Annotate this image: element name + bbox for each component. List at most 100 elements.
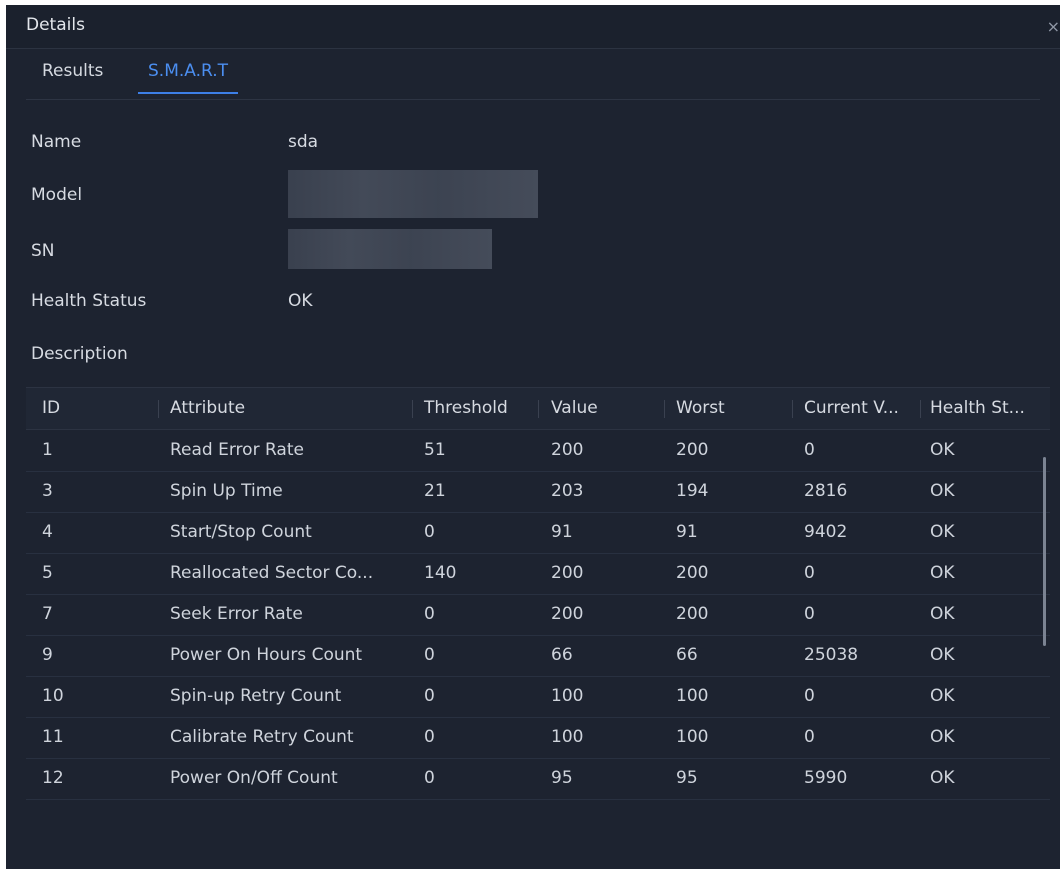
cell-id: 9: [42, 645, 53, 665]
table-row[interactable]: 7 Seek Error Rate 0 200 200 0 OK: [26, 594, 1050, 636]
cell-id: 5: [42, 563, 53, 583]
cell-threshold: 0: [424, 645, 435, 665]
smart-table: ID Attribute Threshold Value Worst Curre…: [26, 387, 1050, 800]
cell-threshold: 0: [424, 522, 435, 542]
table-scrollbar[interactable]: [1043, 457, 1046, 646]
table-row[interactable]: 1 Read Error Rate 51 200 200 0 OK: [26, 430, 1050, 472]
cell-attribute: Reallocated Sector Co...: [170, 563, 374, 583]
cell-value: 91: [551, 522, 573, 542]
cell-health-status: OK: [930, 440, 955, 460]
cell-health-status: OK: [930, 522, 955, 542]
cell-worst: 200: [676, 440, 709, 460]
cell-worst: 95: [676, 768, 698, 788]
cell-health-status: OK: [930, 686, 955, 706]
cell-attribute: Seek Error Rate: [170, 604, 303, 624]
cell-threshold: 51: [424, 440, 446, 460]
cell-threshold: 0: [424, 604, 435, 624]
tab-smart[interactable]: S.M.A.R.T: [138, 61, 238, 94]
column-header-health-status[interactable]: Health St...: [930, 398, 1025, 418]
cell-attribute: Spin-up Retry Count: [170, 686, 342, 706]
cell-worst: 100: [676, 727, 709, 747]
column-header-attribute[interactable]: Attribute: [170, 398, 245, 418]
cell-health-status: OK: [930, 768, 955, 788]
model-label: Model: [31, 185, 83, 205]
table-row[interactable]: 4 Start/Stop Count 0 91 91 9402 OK: [26, 512, 1050, 554]
cell-health-status: OK: [930, 645, 955, 665]
cell-id: 4: [42, 522, 53, 542]
cell-value: 200: [551, 604, 584, 624]
cell-attribute: Start/Stop Count: [170, 522, 312, 542]
cell-worst: 91: [676, 522, 698, 542]
cell-current-value: 5990: [804, 768, 848, 788]
cell-attribute: Power On/Off Count: [170, 768, 338, 788]
column-header-current-value[interactable]: Current V...: [804, 398, 899, 418]
table-row[interactable]: 11 Calibrate Retry Count 0 100 100 0 OK: [26, 717, 1050, 759]
table-row[interactable]: 5 Reallocated Sector Co... 140 200 200 0…: [26, 553, 1050, 595]
cell-id: 12: [42, 768, 64, 788]
cell-id: 10: [42, 686, 64, 706]
column-separator: [920, 400, 921, 418]
redacted-sn-value: [288, 229, 492, 269]
column-header-worst[interactable]: Worst: [676, 398, 725, 418]
cell-value: 100: [551, 686, 584, 706]
cell-id: 7: [42, 604, 53, 624]
cell-threshold: 0: [424, 768, 435, 788]
cell-worst: 200: [676, 604, 709, 624]
table-body: 1 Read Error Rate 51 200 200 0 OK 3 Spin…: [26, 430, 1050, 800]
cell-id: 3: [42, 481, 53, 501]
cell-current-value: 0: [804, 563, 815, 583]
cell-value: 66: [551, 645, 573, 665]
dialog-title: Details: [26, 15, 85, 35]
cell-value: 200: [551, 440, 584, 460]
cell-worst: 200: [676, 563, 709, 583]
details-dialog: Details × Results S.M.A.R.T Name sda Mod…: [6, 5, 1060, 869]
tab-bar: Results S.M.A.R.T: [26, 51, 1040, 100]
cell-worst: 100: [676, 686, 709, 706]
cell-value: 95: [551, 768, 573, 788]
cell-health-status: OK: [930, 604, 955, 624]
health-status-value: OK: [288, 291, 313, 311]
cell-threshold: 140: [424, 563, 457, 583]
cell-threshold: 21: [424, 481, 446, 501]
cell-value: 200: [551, 563, 584, 583]
cell-worst: 66: [676, 645, 698, 665]
table-row[interactable]: 12 Power On/Off Count 0 95 95 5990 OK: [26, 758, 1050, 800]
cell-attribute: Spin Up Time: [170, 481, 283, 501]
cell-threshold: 0: [424, 686, 435, 706]
cell-value: 100: [551, 727, 584, 747]
tab-results[interactable]: Results: [42, 61, 103, 92]
title-bar: Details ×: [6, 5, 1060, 49]
health-status-label: Health Status: [31, 291, 147, 311]
cell-id: 1: [42, 440, 53, 460]
table-header: ID Attribute Threshold Value Worst Curre…: [26, 388, 1050, 430]
table-row[interactable]: 10 Spin-up Retry Count 0 100 100 0 OK: [26, 676, 1050, 718]
close-icon[interactable]: ×: [1047, 17, 1060, 36]
sn-label: SN: [31, 241, 55, 261]
column-separator: [538, 400, 539, 418]
column-separator: [792, 400, 793, 418]
cell-current-value: 0: [804, 604, 815, 624]
name-label: Name: [31, 132, 82, 152]
redacted-model-value: [288, 170, 538, 218]
cell-attribute: Read Error Rate: [170, 440, 304, 460]
column-separator: [412, 400, 413, 418]
cell-value: 203: [551, 481, 584, 501]
cell-health-status: OK: [930, 481, 955, 501]
table-row[interactable]: 9 Power On Hours Count 0 66 66 25038 OK: [26, 635, 1050, 677]
cell-current-value: 0: [804, 686, 815, 706]
column-separator: [158, 400, 159, 418]
column-header-id[interactable]: ID: [42, 398, 60, 418]
page: Details × Results S.M.A.R.T Name sda Mod…: [0, 0, 1060, 869]
cell-health-status: OK: [930, 727, 955, 747]
cell-attribute: Power On Hours Count: [170, 645, 363, 665]
column-header-value[interactable]: Value: [551, 398, 598, 418]
cell-attribute: Calibrate Retry Count: [170, 727, 354, 747]
column-header-threshold[interactable]: Threshold: [424, 398, 508, 418]
name-value: sda: [288, 132, 319, 152]
cell-current-value: 9402: [804, 522, 848, 542]
description-label: Description: [31, 344, 128, 364]
cell-id: 11: [42, 727, 64, 747]
table-row[interactable]: 3 Spin Up Time 21 203 194 2816 OK: [26, 471, 1050, 513]
cell-current-value: 2816: [804, 481, 848, 501]
cell-current-value: 0: [804, 727, 815, 747]
